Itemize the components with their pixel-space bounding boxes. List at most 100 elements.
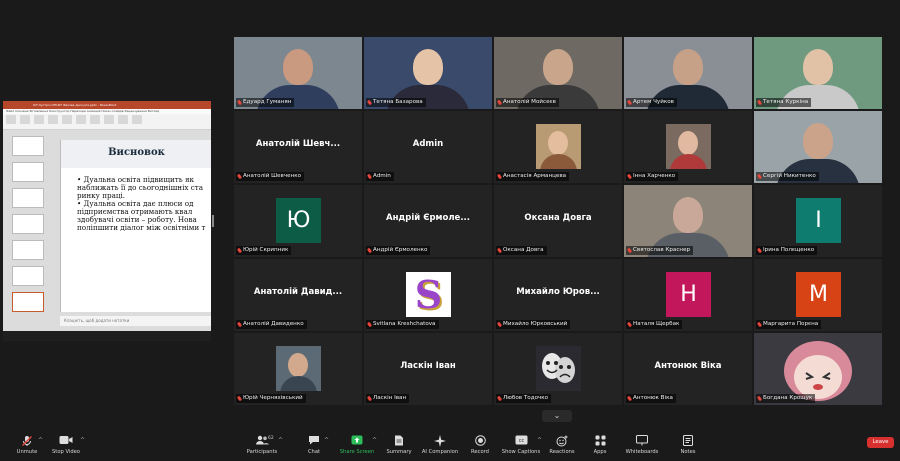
participant-tile[interactable]: Анатолій Мойсеєв — [494, 37, 622, 109]
participant-tile[interactable]: Михайло Юров... Михайло Юрковський — [494, 259, 622, 331]
participant-tile[interactable]: І Ірина Полєщенко — [754, 185, 882, 257]
participant-name-label: Тетяна Базарова — [366, 98, 426, 107]
muted-mic-icon — [236, 395, 243, 402]
muted-mic-icon — [236, 247, 243, 254]
muted-mic-icon — [756, 247, 763, 254]
participant-name-text: Едуард Гуманян — [243, 99, 292, 105]
participant-name-text: Юрій Черняхівський — [243, 395, 303, 401]
participant-name-text: Оксана Довга — [503, 247, 544, 253]
slide-body-text: • Дуальна освіта підвищить як наближать … — [77, 175, 206, 232]
participant-tile[interactable]: S Svitlana Kreshchatova — [364, 259, 492, 331]
leave-button[interactable]: Leave — [867, 437, 894, 448]
slide-thumbnail — [12, 136, 44, 156]
theatre-masks-icon — [536, 346, 581, 391]
participant-name-text: Наталя Щербак — [633, 321, 680, 327]
ppt-tool-icon — [34, 115, 44, 124]
participant-name-text: Андрій Єрмоленко — [373, 247, 428, 253]
participant-tile[interactable]: Сергій Никитенко — [754, 111, 882, 183]
muted-mic-icon — [756, 99, 763, 106]
participant-tile[interactable]: Анастасія Арманцева — [494, 111, 622, 183]
chat-options-chevron-icon[interactable]: ^ — [324, 437, 329, 444]
muted-mic-icon — [626, 99, 633, 106]
participant-name-label: Артем Чуйков — [626, 98, 677, 107]
participant-name-text: Анатолій Давиденко — [243, 321, 304, 327]
slide-thumbnail — [12, 214, 44, 234]
participant-tile[interactable]: Н Наталя Щербак — [624, 259, 752, 331]
participant-name-label: Admin — [366, 172, 394, 181]
participant-tile[interactable]: Ю Юрій Скрипник — [234, 185, 362, 257]
participants-count: 62 — [268, 436, 274, 441]
participant-tile[interactable]: М Маргарита Порєна — [754, 259, 882, 331]
participant-tile[interactable]: Інна Харченко — [624, 111, 752, 183]
participant-name-label: Тетяна Куркіна — [756, 98, 812, 107]
participant-display-name: Admin — [412, 139, 444, 149]
participant-name-label: Анатолій Давиденко — [236, 320, 307, 329]
participant-tile[interactable]: Святослав Краснер — [624, 185, 752, 257]
muted-mic-icon — [496, 173, 503, 180]
participant-tile[interactable]: Андрій Єрмоле... Андрій Єрмоленко — [364, 185, 492, 257]
participant-name-text: Богдана Крощук — [763, 395, 813, 401]
participant-face — [543, 49, 573, 85]
participant-tile[interactable]: Едуард Гуманян — [234, 37, 362, 109]
participant-name-label: Маргарита Порєна — [756, 320, 822, 329]
participant-name-text: Анатолій Мойсеєв — [503, 99, 556, 105]
ppt-tool-icon — [76, 115, 86, 124]
ppt-tool-icon — [132, 115, 142, 124]
participant-name-text: Інна Харченко — [633, 173, 676, 179]
ppt-workspace: Висновок • Дуальна освіта підвищить як н… — [3, 130, 211, 331]
participant-tile[interactable]: Тетяна Куркіна — [754, 37, 882, 109]
participant-name-text: Admin — [373, 173, 391, 179]
participant-tile[interactable]: Антонюк Віка Антонюк Віка — [624, 333, 752, 405]
slide-thumbnail — [12, 188, 44, 208]
ppt-tool-icon — [6, 115, 16, 124]
participant-tile[interactable]: Тетяна Базарова — [364, 37, 492, 109]
notes-icon — [663, 435, 713, 449]
participant-name-label: Анатолій Мойсеєв — [496, 98, 559, 107]
participant-name-text: Анастасія Арманцева — [503, 173, 567, 179]
participant-tile[interactable]: Admin Admin — [364, 111, 492, 183]
participants-button[interactable]: 62 ^ Participants — [237, 435, 287, 461]
muted-mic-icon — [236, 99, 243, 106]
muted-mic-icon — [366, 395, 373, 402]
ppt-ribbon: Файл Основне Вставлення Конструктор Пере… — [3, 109, 211, 130]
ppt-tool-icon — [104, 115, 114, 124]
participant-name-label: Анастасія Арманцева — [496, 172, 570, 181]
participant-name-label: Ірина Полєщенко — [756, 246, 818, 255]
stop-video-button[interactable]: ^ Stop Video — [41, 435, 91, 461]
video-options-chevron-icon[interactable]: ^ — [80, 437, 85, 444]
avatar-initial: М — [796, 272, 841, 317]
muted-mic-icon — [496, 321, 503, 328]
muted-mic-icon — [626, 173, 633, 180]
muted-mic-icon — [236, 321, 243, 328]
participant-tile[interactable]: Артем Чуйков — [624, 37, 752, 109]
participant-name-text: Юрій Скрипник — [243, 247, 289, 253]
avatar-letter-logo: S — [406, 272, 451, 317]
participant-name-label: Юрій Черняхівський — [236, 394, 306, 403]
participant-tile[interactable]: Юрій Черняхівський — [234, 333, 362, 405]
ppt-tool-row — [3, 114, 211, 131]
participant-name-label: Любов Тодочко — [496, 394, 552, 403]
avatar-photo — [536, 124, 581, 169]
participants-options-chevron-icon[interactable]: ^ — [278, 437, 283, 444]
notes-button[interactable]: Notes — [663, 435, 713, 461]
participant-name-label: Михайло Юрковський — [496, 320, 571, 329]
muted-mic-icon — [626, 395, 633, 402]
slide-thumbnail — [12, 266, 44, 286]
participant-tile[interactable]: Ласкін Іван Ласкін Іван — [364, 333, 492, 405]
muted-mic-icon — [236, 173, 243, 180]
collapse-toolbar-chevron-icon[interactable]: ⌄ — [542, 410, 572, 422]
split-view-handle[interactable] — [212, 215, 214, 227]
participant-tile[interactable]: Любов Тодочко — [494, 333, 622, 405]
svg-text:cc: cc — [518, 438, 524, 444]
participant-tile[interactable]: Богдана Крощук — [754, 333, 882, 405]
muted-mic-icon — [366, 321, 373, 328]
participant-tile[interactable]: Оксана Довга Оксана Довга — [494, 185, 622, 257]
participant-tile[interactable]: Анатолій Шевч... Анатолій Шевченко — [234, 111, 362, 183]
participant-tile[interactable]: Анатолій Давид... Анатолій Давиденко — [234, 259, 362, 331]
participant-name-text: Любов Тодочко — [503, 395, 549, 401]
meeting-toolbar: ^ Unmute ^ Stop Video 62 ^ Participants … — [0, 433, 900, 461]
avatar-photo — [276, 346, 321, 391]
participant-display-name: Анатолій Шевч... — [255, 139, 341, 149]
whiteboards-button[interactable]: Whiteboards — [617, 435, 667, 461]
muted-mic-icon — [366, 99, 373, 106]
